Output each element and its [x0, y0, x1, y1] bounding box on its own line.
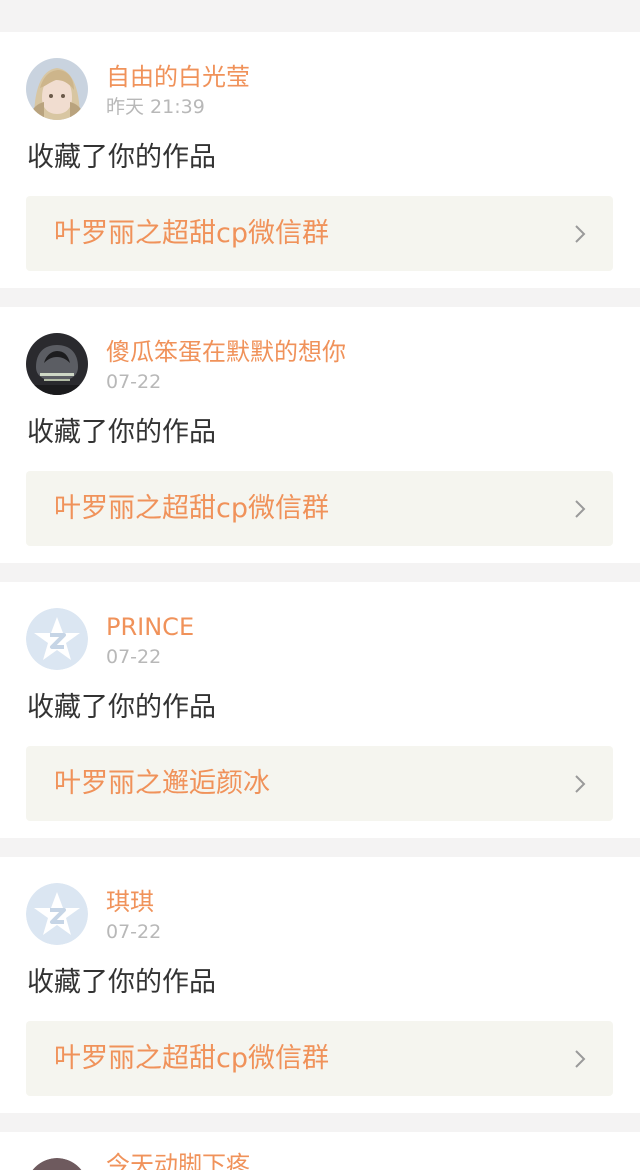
work-title: 叶罗丽之邂逅颜冰 [54, 768, 270, 799]
chevron-right-icon [575, 225, 586, 243]
timestamp: 07-22 [106, 371, 162, 393]
chevron-right-icon [575, 500, 586, 518]
default-star-avatar-icon [26, 608, 88, 670]
work-link[interactable]: 叶罗丽之邂逅颜冰 [26, 746, 613, 821]
action-text: 收藏了你的作品 [27, 142, 216, 173]
work-title: 叶罗丽之超甜cp微信群 [54, 493, 329, 524]
action-text: 收藏了你的作品 [27, 967, 216, 998]
username[interactable]: PRINCE [106, 612, 194, 642]
chevron-right-icon [575, 1050, 586, 1068]
dark-photo-avatar-icon [26, 333, 88, 395]
work-link[interactable]: 叶罗丽之超甜cp微信群 [26, 1021, 613, 1096]
timestamp: 07-22 [106, 646, 162, 668]
work-title: 叶罗丽之超甜cp微信群 [54, 218, 329, 249]
avatar[interactable] [26, 1158, 88, 1170]
avatar[interactable] [26, 608, 88, 670]
avatar[interactable] [26, 333, 88, 395]
default-star-avatar-icon [26, 883, 88, 945]
notification-card: PRINCE 07-22 收藏了你的作品 叶罗丽之邂逅颜冰 [0, 582, 640, 838]
notification-card: 琪琪 07-22 收藏了你的作品 叶罗丽之超甜cp微信群 [0, 857, 640, 1113]
username[interactable]: 傻瓜笨蛋在默默的想你 [106, 337, 346, 367]
avatar[interactable] [26, 58, 88, 120]
notification-card-partial: 今天动脚下疼 [0, 1132, 640, 1170]
username[interactable]: 自由的白光莹 [106, 62, 250, 92]
notification-card: 自由的白光莹 昨天 21:39 收藏了你的作品 叶罗丽之超甜cp微信群 [0, 32, 640, 288]
action-text: 收藏了你的作品 [27, 417, 216, 448]
user-photo-avatar-icon [32, 1158, 82, 1170]
work-link[interactable]: 叶罗丽之超甜cp微信群 [26, 471, 613, 546]
work-link[interactable]: 叶罗丽之超甜cp微信群 [26, 196, 613, 271]
chevron-right-icon [575, 775, 586, 793]
timestamp: 07-22 [106, 921, 162, 943]
username[interactable]: 今天动脚下疼 [106, 1150, 250, 1170]
work-title: 叶罗丽之超甜cp微信群 [54, 1043, 329, 1074]
username[interactable]: 琪琪 [106, 887, 154, 917]
anime-girl-avatar-icon [26, 58, 88, 120]
notification-card: 傻瓜笨蛋在默默的想你 07-22 收藏了你的作品 叶罗丽之超甜cp微信群 [0, 307, 640, 563]
timestamp: 昨天 21:39 [106, 96, 205, 118]
avatar[interactable] [26, 883, 88, 945]
action-text: 收藏了你的作品 [27, 692, 216, 723]
